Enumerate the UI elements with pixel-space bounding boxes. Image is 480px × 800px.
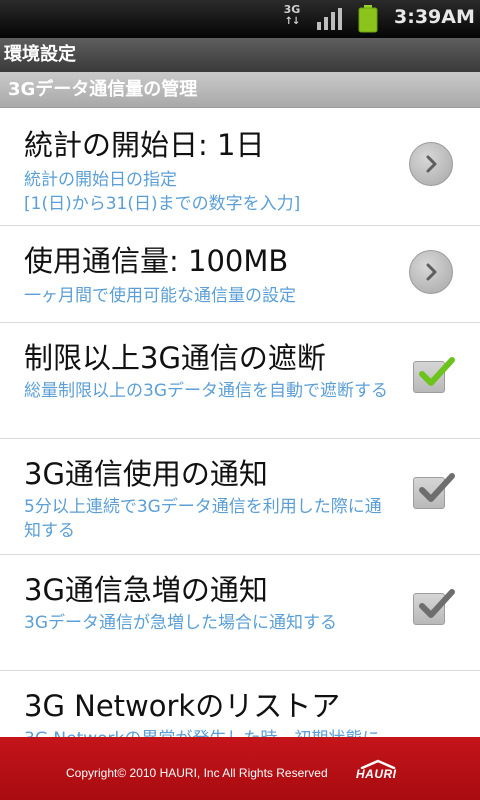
chevron-right-icon[interactable] xyxy=(409,142,453,186)
setting-surge-notification[interactable]: 3G通信急増の通知 3Gデータ通信が急増した場合に通知する xyxy=(0,555,480,671)
3g-data-icon: 3G ↑↓ xyxy=(283,3,301,28)
check-icon xyxy=(419,473,455,502)
setting-summary: 3Gデータ通信が急増した場合に通知する xyxy=(24,613,337,633)
checkbox-checked[interactable] xyxy=(413,357,455,393)
setting-start-date[interactable]: 統計の開始日: 1日 統計の開始日の指定 [1(日)から31(日)までの数字を入… xyxy=(0,108,480,226)
logo-text: HAURI xyxy=(356,767,397,781)
setting-title: 制限以上3G通信の遮断 xyxy=(24,341,326,375)
setting-network-restore[interactable]: 3G Networkのリストア 3G Networkの異常が発生した時、初期状態… xyxy=(0,671,480,737)
setting-title: 3G通信使用の通知 xyxy=(24,457,268,491)
setting-summary: 総量制限以上の3Gデータ通信を自動で遮断する xyxy=(24,381,388,401)
setting-summary: 一ヶ月間で使用可能な通信量の設定 xyxy=(24,286,296,306)
status-bar: 3G ↑↓ 3:39AM xyxy=(0,0,480,38)
checkbox-unchecked[interactable] xyxy=(413,473,455,509)
checkbox-unchecked[interactable] xyxy=(413,589,455,625)
setting-summary: 3G Networkの異常が発生した時、初期状態に xyxy=(24,727,480,737)
footer-banner: Copyright© 2010 HAURI, Inc All Rights Re… xyxy=(0,737,480,800)
setting-summary: 5分以上連続で3Gデータ通信を利用した際に通知する xyxy=(24,497,382,541)
setting-title: 使用通信量: 100MB xyxy=(24,244,289,278)
clock: 3:39AM xyxy=(394,6,475,28)
copyright-text: Copyright© 2010 HAURI, Inc All Rights Re… xyxy=(66,766,328,780)
setting-block-over-limit[interactable]: 制限以上3G通信の遮断 総量制限以上の3Gデータ通信を自動で遮断する xyxy=(0,323,480,439)
setting-title: 3G Networkのリストア xyxy=(24,689,341,723)
settings-list[interactable]: 統計の開始日: 1日 統計の開始日の指定 [1(日)から31(日)までの数字を入… xyxy=(0,108,480,737)
setting-usage-notification[interactable]: 3G通信使用の通知 5分以上連続で3Gデータ通信を利用した際に通知する xyxy=(0,439,480,555)
check-icon xyxy=(419,357,455,386)
signal-icon xyxy=(317,8,342,30)
setting-summary: 統計の開始日の指定 [1(日)から31(日)までの数字を入力] xyxy=(24,170,301,214)
setting-title: 3G通信急増の通知 xyxy=(24,573,268,607)
battery-icon xyxy=(358,5,378,33)
section-header: 3Gデータ通信量の管理 xyxy=(0,72,480,108)
setting-usage-amount[interactable]: 使用通信量: 100MB 一ヶ月間で使用可能な通信量の設定 xyxy=(0,226,480,323)
chevron-right-icon[interactable] xyxy=(409,250,453,294)
app-title: 環境設定 xyxy=(4,44,76,65)
setting-title: 統計の開始日: 1日 xyxy=(24,128,265,162)
check-icon xyxy=(419,589,455,618)
hauri-logo: HAURI xyxy=(356,759,416,783)
app-title-bar: 環境設定 xyxy=(0,38,480,72)
